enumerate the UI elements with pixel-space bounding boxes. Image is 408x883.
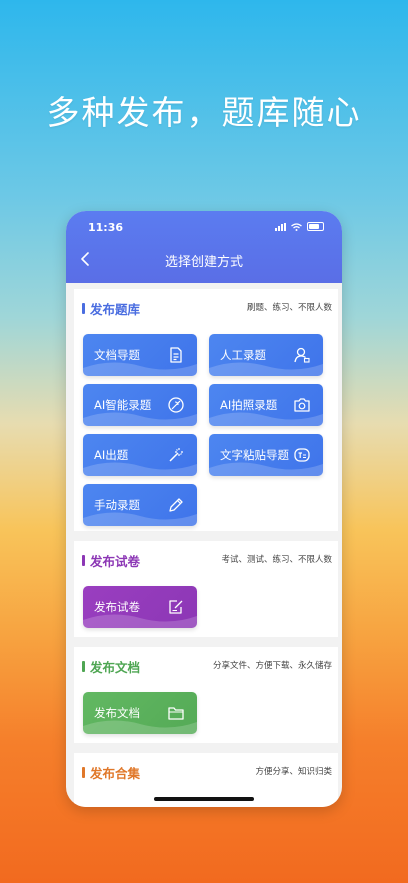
section-desc: 分享文件、方便下载、永久储存: [212, 661, 332, 671]
tile-ai-generate[interactable]: AI出题: [83, 434, 197, 476]
page-title: 选择创建方式: [164, 255, 243, 270]
section-exam: 发布试卷 考试、测试、练习、不限人数 发布试卷: [74, 541, 338, 637]
section-accent-bar: [82, 555, 85, 566]
section-header: 发布文档: [82, 657, 140, 676]
tile-manual-entry[interactable]: 人工录题: [209, 334, 323, 376]
phone-screen: 11:36 选择创建方式 发布题库 刷题、练习、不限人数 文档导题 人工录题 A…: [66, 211, 342, 807]
tile-wave-decoration: [83, 512, 197, 526]
status-time: 11:36: [88, 221, 124, 234]
tile-wave-decoration: [209, 462, 323, 476]
section-header: 发布合集: [82, 763, 140, 782]
tile-text-paste-import[interactable]: 文字粘贴导题: [209, 434, 323, 476]
section-accent-bar: [82, 661, 85, 672]
section-document: 发布文档 分享文件、方便下载、永久储存 发布文档: [74, 647, 338, 743]
section-desc: 方便分享、知识归类: [255, 767, 332, 777]
tile-doc-import[interactable]: 文档导题: [83, 334, 197, 376]
home-indicator: [154, 797, 254, 801]
section-title: 发布试卷: [90, 554, 141, 569]
tile-publish-exam[interactable]: 发布试卷: [83, 586, 197, 628]
section-header: 发布试卷: [82, 551, 140, 570]
tile-publish-document[interactable]: 发布文档: [83, 692, 197, 734]
tile-wave-decoration: [83, 614, 197, 628]
section-header: 发布题库: [82, 299, 140, 318]
tile-wave-decoration: [209, 362, 323, 376]
section-desc: 刷题、练习、不限人数: [246, 303, 332, 313]
section-accent-bar: [82, 767, 85, 778]
section-desc: 考试、测试、练习、不限人数: [221, 555, 332, 565]
tile-wave-decoration: [83, 720, 197, 734]
section-accent-bar: [82, 303, 85, 314]
promo-headline: 多种发布，题库随心: [46, 93, 362, 132]
battery-icon: [307, 222, 324, 231]
tile-wave-decoration: [83, 412, 197, 426]
tile-ai-photo-entry[interactable]: AI拍照录题: [209, 384, 323, 426]
section-title: 发布题库: [90, 302, 141, 317]
tile-wave-decoration: [83, 462, 197, 476]
nav-bar: 11:36 选择创建方式: [66, 211, 342, 283]
wifi-icon: [291, 222, 302, 231]
section-title: 发布文档: [90, 660, 141, 675]
section-question-bank: 发布题库 刷题、练习、不限人数 文档导题 人工录题 AI智能录题 AI拍照录题 …: [74, 289, 338, 531]
section-title: 发布合集: [90, 766, 141, 781]
tile-ai-smart-entry[interactable]: AI智能录题: [83, 384, 197, 426]
tile-wave-decoration: [209, 412, 323, 426]
tile-wave-decoration: [83, 362, 197, 376]
signal-icon: [275, 222, 286, 231]
status-icons: [275, 222, 324, 231]
tile-manual-input[interactable]: 手动录题: [83, 484, 197, 526]
